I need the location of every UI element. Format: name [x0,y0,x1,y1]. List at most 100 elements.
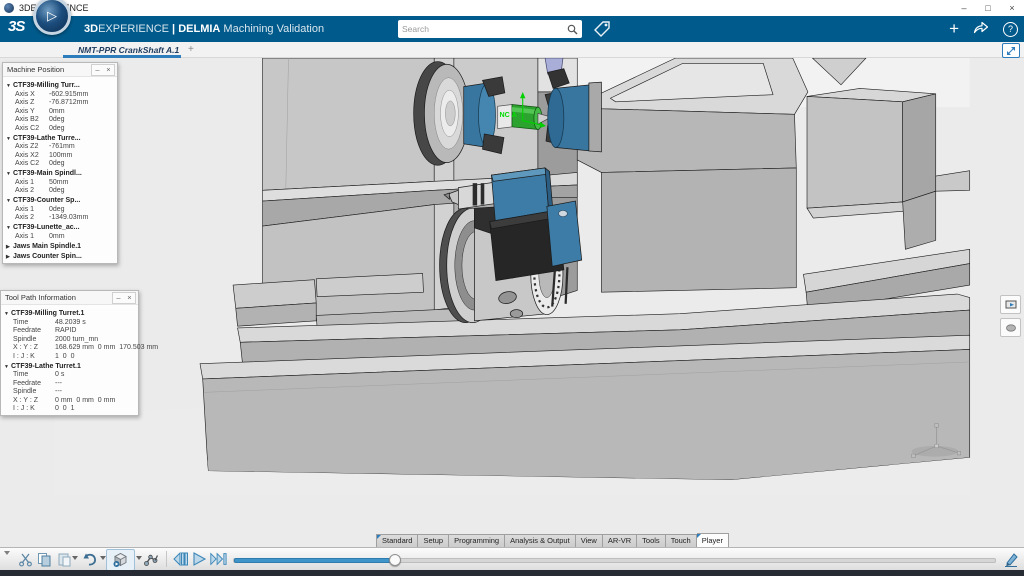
axis-value-row: Axis 150mm [6,179,115,186]
machine-position-panel: Machine Position – × ▼CTF39-Milling Turr… [2,62,118,264]
axis-value-row: FeedrateRAPID [4,327,136,334]
tree-group-header[interactable]: ▼CTF39-Milling Turr... [6,82,115,89]
axis-value-row: Axis Y0mm [6,108,115,115]
dassault-logo[interactable]: 3S [8,18,24,35]
axis-value-row: Spindle2000 turn_mn [4,336,136,343]
step-backward-button[interactable] [170,550,188,568]
collapse-arrow-icon[interactable]: ▼ [4,311,11,317]
ribbon-tab-touch[interactable]: Touch [666,534,697,547]
3d-viewport[interactable]: NC A Machine Position – × [0,58,1024,547]
axis-value-row: Axis X-602.915mm [6,91,115,98]
tree-group-header[interactable]: ▶Jaws Counter Spin... [6,253,115,260]
timeline-progress [234,558,396,563]
paste-dropdown-caret[interactable] [72,556,78,560]
application-window: 3DEXPERIENCE – □ × 3S 3DEXPERIENCE | DEL… [0,0,1024,576]
timeline-handle[interactable] [389,554,401,566]
tree-group-header[interactable]: ▼CTF39-Milling Turret.1 [4,310,136,317]
view-mode-sphere-icon[interactable] [1000,318,1021,337]
share-icon[interactable] [973,20,989,39]
ribbon-tab-standard[interactable]: Standard [376,534,418,547]
ribbon-tab-analysis-output[interactable]: Analysis & Output [505,534,576,547]
document-tabbar: NMT-PPR CrankShaft A.1 + [0,42,1024,58]
expand-arrow-icon[interactable]: ▶ [6,254,13,260]
panel-header[interactable]: Machine Position – × [3,63,117,77]
svg-text:NC A: NC A [499,111,516,119]
search-icon[interactable] [567,24,578,35]
panel-header[interactable]: Tool Path Information – × [1,291,138,305]
toolbar-expander-icon[interactable] [1,548,13,558]
axis-value-row: Axis 10deg [6,206,115,213]
tool-path-information-panel: Tool Path Information – × ▼CTF39-Milling… [0,290,139,416]
app-title: 3DEXPERIENCE | DELMIA Machining Validati… [84,16,324,42]
tag-icon[interactable] [592,19,612,44]
collapse-arrow-icon[interactable]: ▼ [6,171,13,177]
axis-value-row: Time48.2039 s [4,319,136,326]
search-box [398,20,582,38]
collapse-arrow-icon[interactable]: ▼ [6,225,13,231]
axis-value-row: Axis B20deg [6,116,115,123]
tree-group-header[interactable]: ▶Jaws Main Spindle.1 [6,243,115,250]
analysis-pen-icon[interactable] [1002,550,1020,568]
viewport-display-icon[interactable] [1000,295,1021,314]
ribbon-tab-player[interactable]: Player [697,533,729,547]
panel-close-button[interactable]: × [103,65,114,75]
search-input[interactable] [398,24,567,34]
axis-value-row: Axis 20deg [6,187,115,194]
collapse-arrow-icon[interactable]: ▼ [6,83,13,89]
bottom-toolbar [0,547,1024,570]
new-tab-button[interactable]: + [188,43,194,57]
undo-icon[interactable] [81,550,99,568]
collapse-arrow-icon[interactable]: ▼ [6,136,13,142]
axis-value-row: Axis 10mm [6,233,115,240]
help-icon[interactable]: ? [1003,22,1018,37]
tree-group-header[interactable]: ▼CTF39-Lathe Turret.1 [4,363,136,370]
axis-value-row: Axis 2-1349.03mm [6,214,115,221]
window-titlebar: 3DEXPERIENCE – □ × [0,0,1024,16]
ribbon-tab-setup[interactable]: Setup [418,534,449,547]
window-bottom-edge [0,570,1024,576]
close-button[interactable]: × [1000,0,1024,16]
ribbon-tab-ar-vr[interactable]: AR-VR [603,534,637,547]
ribbon-tab-tools[interactable]: Tools [637,534,666,547]
ribbon-tab-programming[interactable]: Programming [449,534,505,547]
panel-title: Tool Path Information [5,293,112,302]
panel-minimize-button[interactable]: – [113,293,124,303]
play-button[interactable] [190,550,208,568]
tree-group-header[interactable]: ▼CTF39-Main Spindl... [6,170,115,177]
axis-value-row: I : J : K0 0 1 [4,405,136,412]
axis-value-row: X : Y : Z168.629 mm 0 mm 170.503 mm [4,344,136,351]
tree-group-header[interactable]: ▼CTF39-Lathe Turre... [6,135,115,142]
panel-minimize-button[interactable]: – [92,65,103,75]
collapse-arrow-icon[interactable]: ▼ [4,364,11,370]
panel-close-button[interactable]: × [124,293,135,303]
collapse-arrow-icon[interactable]: ▼ [6,198,13,204]
collapse-ribbon-button[interactable] [1002,43,1020,58]
step-forward-button[interactable] [209,550,227,568]
axis-value-row: X : Y : Z0 mm 0 mm 0 mm [4,397,136,404]
machine-3d-scene[interactable]: NC A [0,58,1024,547]
simulation-context-button[interactable] [106,549,135,571]
axis-value-row: Spindle--- [4,388,136,395]
paste-icon[interactable] [55,550,73,568]
tab-corner-marker [377,535,381,539]
cut-icon[interactable] [16,550,34,568]
tree-group-header[interactable]: ▼CTF39-Lunette_ac... [6,224,115,231]
axis-value-row: Time0 s [4,371,136,378]
tab-corner-marker [697,534,701,538]
ribbon-tab-strip: StandardSetupProgrammingAnalysis & Outpu… [376,534,729,547]
copy-icon[interactable] [35,550,53,568]
app-bar: 3S 3DEXPERIENCE | DELMIA Machining Valid… [0,16,1024,42]
jog-mechanism-icon[interactable] [142,550,160,568]
tree-group-header[interactable]: ▼CTF39-Counter Sp... [6,197,115,204]
timeline-slider[interactable] [233,558,996,563]
expand-arrow-icon[interactable]: ▶ [6,244,13,250]
axis-value-row: Axis Z-76.8712mm [6,99,115,106]
axis-value-row: Axis Z2-761mm [6,143,115,150]
ribbon-tab-view[interactable]: View [576,534,603,547]
axis-value-row: I : J : K1 0 0 [4,353,136,360]
axis-value-row: Axis C20deg [6,125,115,132]
add-content-icon[interactable]: + [949,16,959,42]
minimize-button[interactable]: – [952,0,976,16]
maximize-button[interactable]: □ [976,0,1000,16]
axis-value-row: Axis X2100mm [6,152,115,159]
